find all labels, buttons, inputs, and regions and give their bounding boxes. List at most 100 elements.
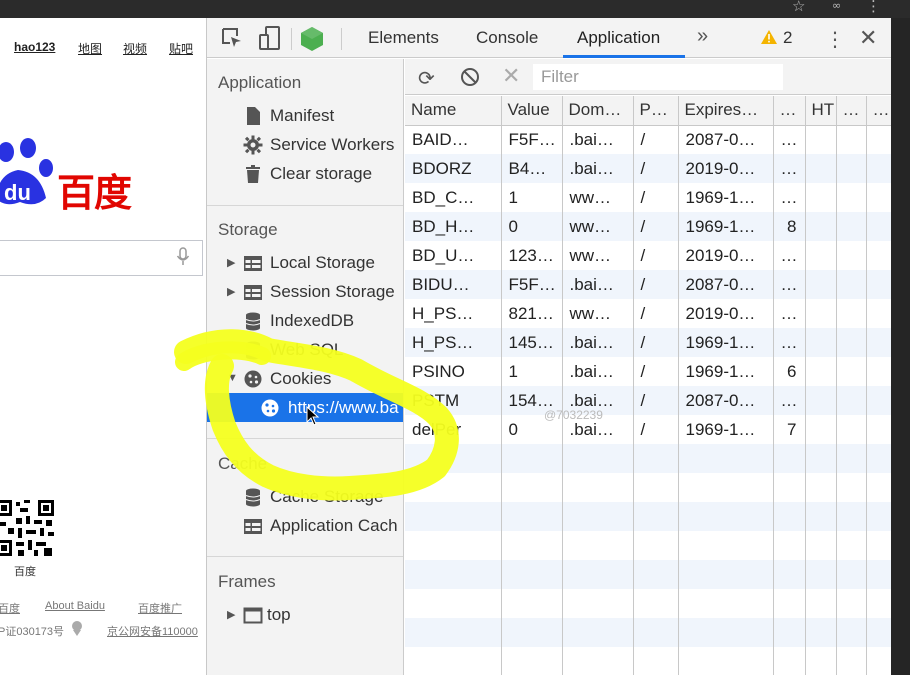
table-row[interactable]: H_PS… 821… ww…/2019-0……: [405, 299, 892, 328]
tab-console[interactable]: Console: [476, 28, 538, 48]
sidebar-item-frame-top[interactable]: ▶ top: [207, 600, 403, 629]
empty-cell: [773, 560, 806, 589]
column-header-samesite[interactable]: …: [866, 96, 892, 126]
footer-link-baidu[interactable]: 百度: [0, 600, 20, 616]
file-icon: [247, 107, 260, 125]
logo-du-text: du: [4, 180, 31, 205]
sidebar-item-application-cache[interactable]: Application Cach: [207, 511, 403, 540]
empty-cell: [836, 444, 867, 473]
column-header-httponly[interactable]: HT: [805, 96, 837, 126]
refresh-icon[interactable]: ⟳: [418, 66, 435, 91]
footer-link-police[interactable]: 京公网安备110000: [107, 623, 198, 639]
empty-cell: [678, 502, 774, 531]
cell-secure: [836, 386, 867, 415]
table-row[interactable]: PSINO 1 .bai…/1969-1… 6: [405, 357, 892, 386]
empty-cell: [501, 560, 563, 589]
cell-secure: [836, 183, 867, 212]
nav-link-map[interactable]: 地图: [78, 40, 102, 57]
column-header-size[interactable]: …: [773, 96, 806, 126]
warning-icon[interactable]: [760, 29, 778, 45]
database-icon: [245, 488, 261, 507]
cell-expires: 1969-1…: [678, 212, 774, 241]
column-header-expires[interactable]: Expires…: [678, 96, 774, 126]
close-devtools-icon[interactable]: ✕: [859, 25, 877, 51]
cell-expires: 2019-0…: [678, 154, 774, 183]
nav-link-video[interactable]: 视频: [123, 40, 147, 57]
sidebar-item-local-storage[interactable]: ▶ Local Storage: [207, 248, 403, 277]
inspect-element-icon[interactable]: [221, 27, 243, 49]
empty-cell: [633, 647, 679, 675]
empty-cell: [501, 473, 563, 502]
cell-samesite: [866, 241, 892, 270]
devtools-tab-bar: Elements Console Application » 2 ⋮ ✕: [207, 18, 892, 58]
expand-arrow-icon[interactable]: ▶: [227, 608, 235, 621]
sidebar-item-cache-storage[interactable]: Cache Storage: [207, 482, 403, 511]
tab-elements[interactable]: Elements: [368, 28, 439, 48]
column-header-secure[interactable]: …: [836, 96, 867, 126]
devtools-menu-icon[interactable]: ⋮: [825, 27, 845, 52]
sidebar-item-session-storage[interactable]: ▶ Session Storage: [207, 277, 403, 306]
empty-row: [405, 560, 892, 589]
microphone-icon[interactable]: [176, 247, 190, 267]
table-row[interactable]: BAID… F5F… .bai…/2087-0……: [405, 125, 892, 154]
cell-name: BDORZ: [405, 154, 502, 183]
nav-link-hao123[interactable]: hao123: [14, 40, 55, 54]
extension-icon[interactable]: ∞: [832, 0, 841, 12]
cell-httponly: [805, 357, 837, 386]
cell-size: …: [773, 154, 806, 183]
empty-cell: [562, 647, 634, 675]
cell-name: BD_U…: [405, 241, 502, 270]
empty-cell: [633, 560, 679, 589]
cell-path: /: [633, 183, 679, 212]
column-header-value[interactable]: Value: [501, 96, 563, 126]
cell-name: BIDU…: [405, 270, 502, 299]
empty-cell: [678, 589, 774, 618]
sidebar-item-label: Service Workers: [270, 135, 395, 154]
table-row[interactable]: PSTM 154… .bai…/2087-0……: [405, 386, 892, 415]
database-icon: [245, 341, 261, 360]
search-input[interactable]: [0, 240, 203, 276]
sidebar-item-cookies[interactable]: ▼ Cookies: [207, 364, 403, 393]
table-row[interactable]: BD_H… 0 ww…/1969-1… 8: [405, 212, 892, 241]
table-row[interactable]: delPer 0 .bai…/1969-1… 7: [405, 415, 892, 444]
column-header-name[interactable]: Name: [405, 96, 502, 126]
nav-link-tieba[interactable]: 贴吧: [169, 40, 193, 57]
sidebar-item-indexeddb[interactable]: IndexedDB: [207, 306, 403, 335]
table-row[interactable]: BD_U… 123… ww…/2019-0……: [405, 241, 892, 270]
collapse-arrow-icon[interactable]: ▼: [227, 372, 238, 384]
clear-all-icon[interactable]: [460, 67, 480, 87]
empty-cell: [866, 560, 892, 589]
table-row[interactable]: H_PS… 145… .bai…/1969-1……: [405, 328, 892, 357]
sidebar-item-label: Clear storage: [270, 164, 373, 183]
delete-selected-icon[interactable]: ✕: [502, 63, 520, 89]
sidebar-item-clear-storage[interactable]: Clear storage: [207, 159, 403, 188]
sidebar-item-manifest[interactable]: Manifest: [207, 101, 403, 130]
star-icon[interactable]: ☆: [792, 0, 805, 15]
warning-count[interactable]: 2: [783, 28, 792, 48]
sidebar-item-web-sql[interactable]: Web SQL: [207, 335, 403, 364]
footer-link-about[interactable]: About Baidu: [45, 600, 105, 612]
empty-cell: [836, 560, 867, 589]
tab-application[interactable]: Application: [577, 28, 660, 48]
table-row[interactable]: BIDU… F5F… .bai…/2087-0……: [405, 270, 892, 299]
expand-arrow-icon[interactable]: ▶: [227, 256, 235, 269]
cookie-icon: [261, 399, 279, 417]
expand-arrow-icon[interactable]: ▶: [227, 285, 235, 298]
cell-value: 0: [501, 212, 563, 241]
cookie-icon: [244, 370, 262, 388]
device-toolbar-icon[interactable]: [259, 26, 281, 50]
table-row[interactable]: BDORZ B4… .bai…/2019-0……: [405, 154, 892, 183]
filter-input[interactable]: [533, 64, 783, 90]
more-tabs-icon[interactable]: »: [697, 25, 708, 48]
empty-cell: [562, 589, 634, 618]
footer-link-promo[interactable]: 百度推广: [138, 600, 182, 616]
sidebar-item-service-workers[interactable]: Service Workers: [207, 130, 403, 159]
column-header-path[interactable]: P…: [633, 96, 679, 126]
extension-hexagon-icon[interactable]: [300, 26, 324, 52]
table-row[interactable]: BD_C… 1 ww…/1969-1……: [405, 183, 892, 212]
empty-cell: [678, 444, 774, 473]
column-header-domain[interactable]: Dom…: [562, 96, 634, 126]
cell-expires: 1969-1…: [678, 183, 774, 212]
browser-menu-icon[interactable]: ⋮: [866, 0, 881, 15]
cell-value: 145…: [501, 328, 563, 357]
